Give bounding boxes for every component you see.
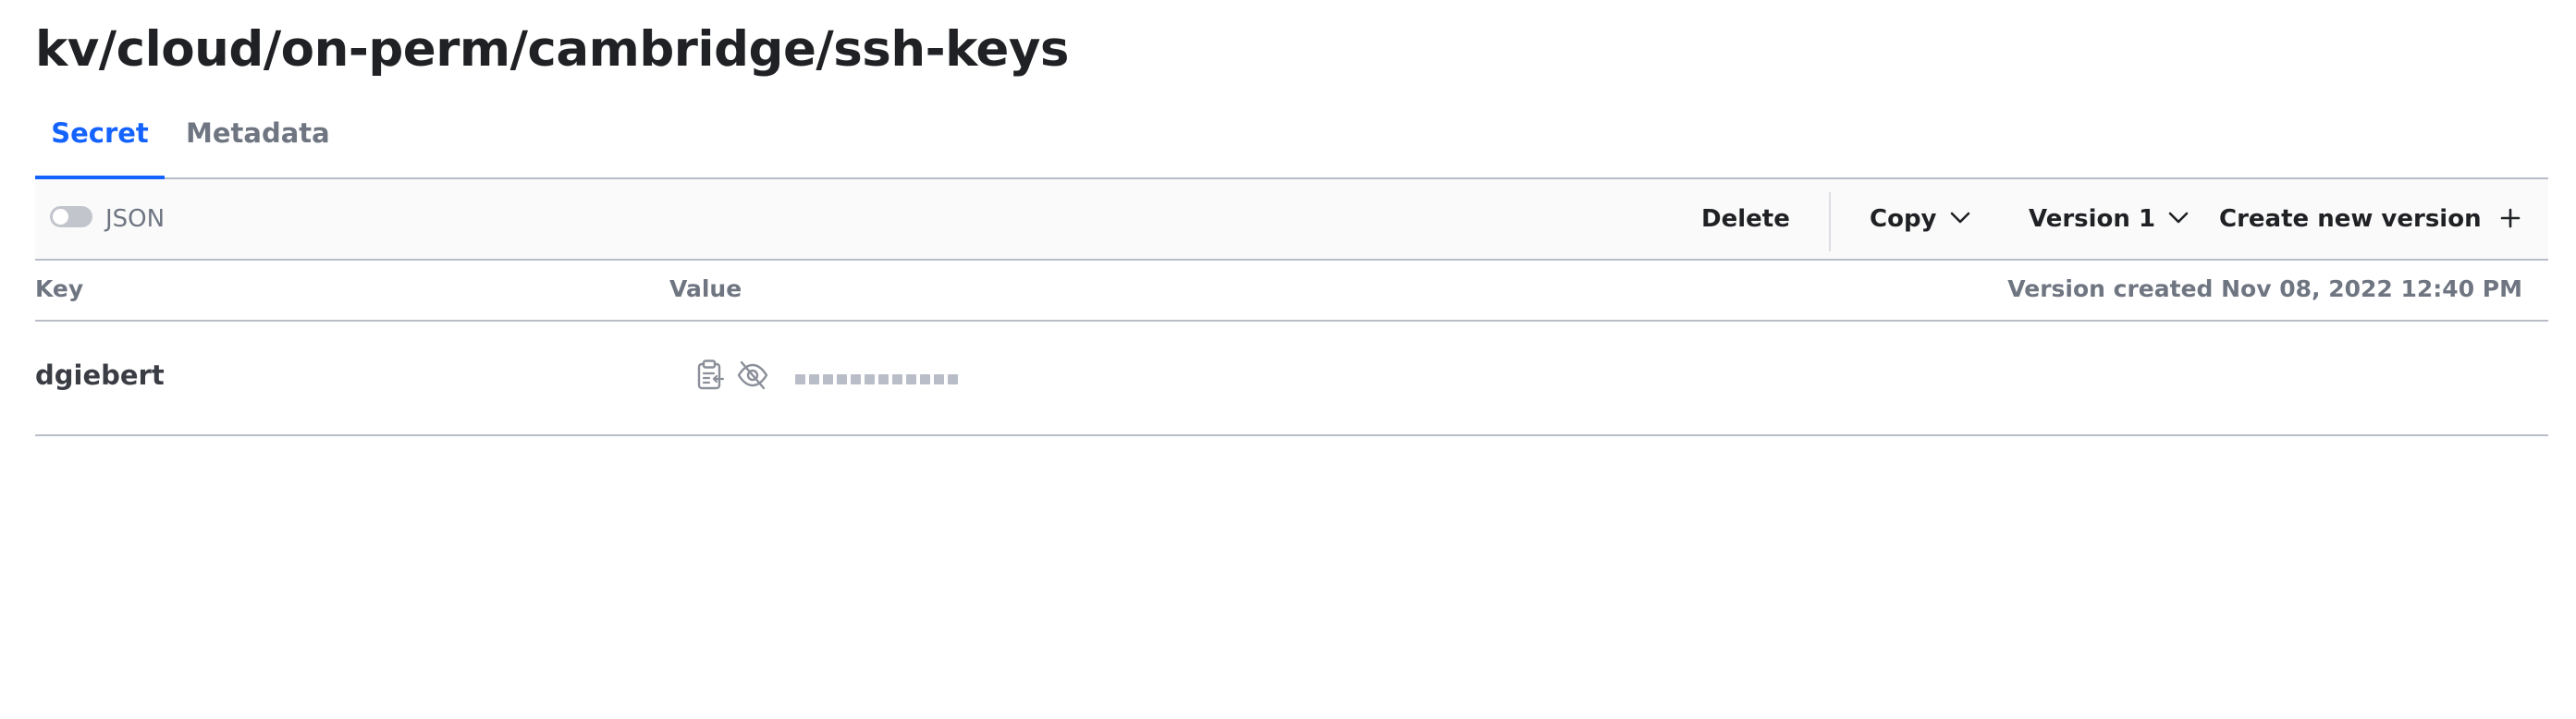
eye-off-icon[interactable] bbox=[736, 359, 769, 392]
version-button-label: Version 1 bbox=[2029, 205, 2156, 233]
page-title: kv/cloud/on-perm/cambridge/ssh-keys bbox=[35, 21, 1069, 78]
version-created-info: Version created Nov 08, 2022 12:40 PM bbox=[2007, 275, 2522, 302]
create-button-label: Create new version bbox=[2219, 205, 2482, 233]
json-toggle-knob bbox=[53, 209, 68, 225]
delete-button-label: Delete bbox=[1701, 205, 1790, 233]
version-dropdown-button[interactable]: Version 1 bbox=[2029, 179, 2189, 259]
mask-dot bbox=[878, 374, 889, 384]
secret-key: dgiebert bbox=[35, 360, 165, 391]
mask-dot bbox=[906, 374, 916, 384]
table-row: dgiebert bbox=[35, 322, 2548, 436]
mask-dot bbox=[837, 374, 847, 384]
mask-dot bbox=[934, 374, 944, 384]
clipboard-icon[interactable] bbox=[693, 359, 727, 392]
toolbar-divider bbox=[1829, 192, 1831, 251]
mask-dot bbox=[892, 374, 902, 384]
create-new-version-button[interactable]: Create new version bbox=[2219, 179, 2521, 259]
mask-dot bbox=[920, 374, 930, 384]
mask-dot bbox=[865, 374, 875, 384]
column-header-key: Key bbox=[35, 275, 84, 302]
copy-button-label: Copy bbox=[1870, 205, 1937, 233]
masked-secret-value bbox=[795, 371, 962, 384]
column-header-value: Value bbox=[669, 275, 742, 302]
chevron-down-icon bbox=[2168, 212, 2189, 223]
tab-secret[interactable]: Secret bbox=[35, 104, 165, 179]
secret-toolbar: JSON Delete Copy Version 1 Create new ve… bbox=[35, 179, 2548, 261]
secret-detail-page: kv/cloud/on-perm/cambridge/ssh-keys Secr… bbox=[0, 0, 2576, 719]
tab-metadata[interactable]: Metadata bbox=[186, 104, 330, 177]
plus-icon bbox=[2500, 208, 2520, 227]
mask-dot bbox=[823, 374, 833, 384]
mask-dot bbox=[795, 374, 805, 384]
table-header: Key Value Version created Nov 08, 2022 1… bbox=[35, 259, 2548, 322]
delete-button[interactable]: Delete bbox=[1701, 179, 1790, 259]
mask-dot bbox=[809, 374, 819, 384]
mask-dot bbox=[948, 374, 958, 384]
chevron-down-icon bbox=[1950, 212, 1969, 223]
tab-bar: Secret Metadata bbox=[35, 104, 2548, 179]
mask-dot bbox=[851, 374, 861, 384]
copy-dropdown-button[interactable]: Copy bbox=[1870, 179, 1970, 259]
json-toggle-label: JSON bbox=[105, 205, 166, 233]
json-toggle[interactable] bbox=[50, 206, 92, 227]
